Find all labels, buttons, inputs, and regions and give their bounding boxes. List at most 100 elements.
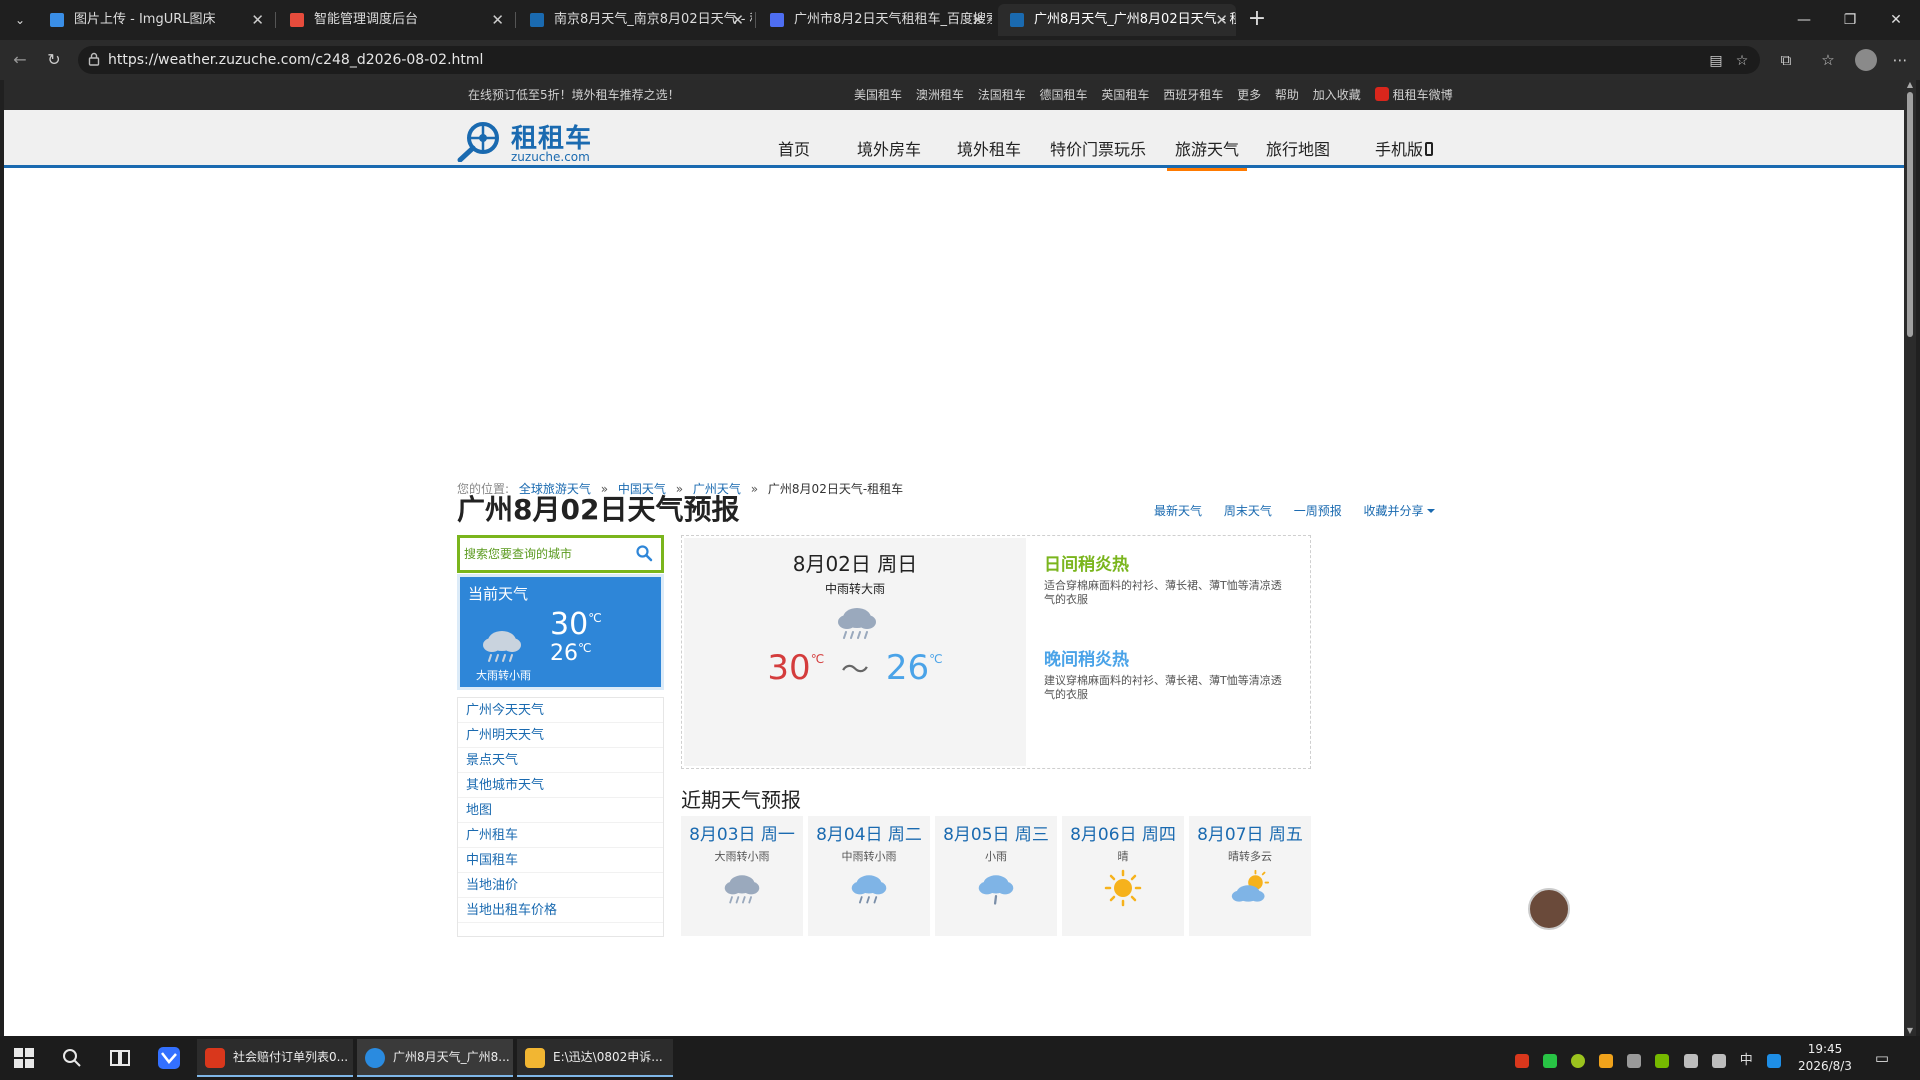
search-icon[interactable] — [60, 1046, 84, 1070]
side-menu-item[interactable]: 景点天气 — [458, 748, 663, 773]
wechat-icon[interactable] — [1543, 1053, 1558, 1068]
browser-tab[interactable]: 图片上传 - ImgURL图床 ✕ — [38, 4, 272, 36]
top-link[interactable]: 更多 — [1237, 88, 1261, 102]
taskbar-app-edge[interactable]: 广州8月天气_广州8... — [357, 1039, 513, 1077]
top-link[interactable]: 帮助 — [1275, 88, 1299, 102]
weibo-link[interactable]: 租租车微博 — [1393, 88, 1453, 102]
close-icon[interactable]: ✕ — [731, 4, 744, 36]
windows-start-icon[interactable] — [12, 1046, 36, 1070]
browser-tab[interactable]: 南京8月天气_南京8月02日天气 - 租 ✕ — [518, 4, 752, 36]
forecast-card[interactable]: 8月05日 周三 小雨 — [935, 816, 1057, 936]
window-close-icon[interactable]: ✕ — [1873, 0, 1919, 40]
nav-mobile-label: 手机版 — [1374, 140, 1423, 159]
week-forecast-link[interactable]: 一周预报 — [1294, 504, 1342, 518]
browser-tab-active[interactable]: 广州8月天气_广州8月02日天气 - 租 ✕ — [998, 4, 1236, 36]
wps-icon — [205, 1048, 225, 1068]
browser-tab[interactable]: 广州市8月2日天气租租车_百度搜索 ✕ — [758, 4, 992, 36]
search-icon[interactable] — [635, 544, 653, 562]
wps-tray-icon[interactable] — [1515, 1053, 1529, 1068]
app-tray-icon[interactable] — [1571, 1053, 1586, 1068]
volume-icon[interactable] — [1683, 1053, 1698, 1068]
promo-text[interactable]: 在线预订低至5折！境外租车推荐之选！ — [468, 80, 680, 110]
side-menu-item[interactable]: 中国租车 — [458, 848, 663, 873]
share-link[interactable]: 收藏并分享 — [1364, 504, 1435, 518]
taskbar-app-wps[interactable]: 社会赔付订单列表0... — [197, 1039, 353, 1077]
network-icon[interactable] — [1711, 1053, 1726, 1068]
tray-app-icon[interactable] — [1627, 1053, 1642, 1068]
nvidia-icon[interactable] — [1655, 1053, 1670, 1068]
nav-weather[interactable]: 旅游天气 — [1167, 110, 1247, 171]
site-logo[interactable]: 租租车 zuzuche.com — [457, 118, 607, 164]
scroll-down-icon[interactable]: ▼ — [1904, 1026, 1916, 1036]
nav-mobile[interactable]: 手机版 — [1349, 110, 1459, 168]
forecast-card[interactable]: 8月07日 周五 晴转多云 — [1189, 816, 1311, 936]
new-tab-plus-icon[interactable]: + — [1243, 6, 1271, 34]
nav-home[interactable]: 首页 — [749, 110, 839, 168]
breadcrumb-sep: » — [750, 482, 759, 496]
more-menu-icon[interactable]: ⋯ — [1888, 48, 1912, 72]
side-menu-item[interactable]: 其他城市天气 — [458, 773, 663, 798]
forecast-card[interactable]: 8月04日 周二 中雨转小雨 — [808, 816, 930, 936]
task-view-icon[interactable] — [108, 1046, 132, 1070]
side-menu-item[interactable]: 当地出租车价格 — [458, 898, 663, 923]
minimize-icon[interactable]: — — [1781, 0, 1827, 40]
top-link[interactable]: 加入收藏 — [1313, 88, 1361, 102]
security-shield-icon[interactable] — [1599, 1053, 1614, 1068]
scroll-thumb[interactable] — [1907, 92, 1913, 337]
forecast-card[interactable]: 8月03日 周一 大雨转小雨 — [681, 816, 803, 936]
close-icon[interactable]: ✕ — [971, 4, 984, 36]
folder-icon — [525, 1048, 545, 1068]
close-icon[interactable]: ✕ — [251, 4, 264, 36]
side-menu-item[interactable]: 地图 — [458, 798, 663, 823]
feishu-icon[interactable] — [157, 1046, 181, 1070]
nav-tickets[interactable]: 特价门票玩乐 — [1039, 110, 1157, 168]
url-field[interactable]: https://weather.zuzuche.com/c248_d2026-0… — [78, 46, 1760, 74]
city-search-input[interactable] — [464, 542, 624, 566]
nav-car-rental[interactable]: 境外租车 — [939, 110, 1039, 168]
page-title: 广州8月02日天气预报 — [457, 493, 740, 526]
top-link[interactable]: 澳洲租车 — [916, 88, 964, 102]
side-menu-item[interactable]: 广州明天天气 — [458, 723, 663, 748]
nav-map[interactable]: 旅行地图 — [1253, 110, 1343, 168]
forecast-card[interactable]: 8月06日 周四 晴 — [1062, 816, 1184, 936]
qq-icon[interactable] — [1766, 1053, 1781, 1068]
nav-rv[interactable]: 境外房车 — [839, 110, 939, 168]
taskbar-app-label: E:\迅达\0802申诉... — [553, 1050, 663, 1064]
tab-separator — [275, 12, 276, 28]
floating-chat-avatar[interactable] — [1528, 888, 1570, 930]
close-icon[interactable]: ✕ — [1215, 4, 1228, 36]
scroll-up-icon[interactable]: ▲ — [1904, 80, 1916, 90]
tab-list-chevron-icon[interactable]: ⌄ — [8, 8, 32, 32]
current-low-unit: ℃ — [578, 641, 592, 655]
top-link[interactable]: 西班牙租车 — [1163, 88, 1223, 102]
back-arrow-icon[interactable]: ← — [8, 48, 32, 72]
taskbar-clock[interactable]: 19:45 2026/8/3 — [1790, 1041, 1860, 1075]
extensions-puzzle-icon[interactable]: ⧉ — [1774, 48, 1798, 72]
browser-tab[interactable]: 智能管理调度后台 ✕ — [278, 4, 512, 36]
top-link[interactable]: 法国租车 — [978, 88, 1026, 102]
forecast-card-date: 8月03日 周一 — [689, 825, 795, 845]
favorites-icon[interactable]: ☆ — [1816, 48, 1840, 72]
ime-indicator[interactable]: 中 — [1740, 1053, 1753, 1068]
tab-separator — [515, 12, 516, 28]
close-icon[interactable]: ✕ — [491, 4, 504, 36]
restore-icon[interactable]: ❐ — [1827, 0, 1873, 40]
logo-wheel-icon — [457, 122, 499, 162]
side-menu-item[interactable]: 广州今天天气 — [458, 698, 663, 723]
top-link[interactable]: 美国租车 — [854, 88, 902, 102]
profile-avatar[interactable] — [1855, 49, 1877, 71]
notification-icon[interactable]: ▭ — [1872, 1048, 1892, 1068]
latest-weather-link[interactable]: 最新天气 — [1154, 504, 1202, 518]
top-link[interactable]: 德国租车 — [1040, 88, 1088, 102]
share-label: 收藏并分享 — [1363, 504, 1424, 518]
side-menu-item[interactable]: 当地油价 — [458, 873, 663, 898]
reader-mode-icon[interactable]: ▤ — [1706, 51, 1726, 71]
url-text[interactable]: https://weather.zuzuche.com/c248_d2026-0… — [108, 46, 483, 74]
side-menu-item[interactable]: 广州租车 — [458, 823, 663, 848]
weekend-weather-link[interactable]: 周末天气 — [1224, 504, 1272, 518]
top-link[interactable]: 英国租车 — [1101, 88, 1149, 102]
page-scrollbar[interactable]: ▲ ▼ — [1904, 80, 1916, 1036]
taskbar-app-explorer[interactable]: E:\迅达\0802申诉... — [517, 1039, 673, 1077]
reload-icon[interactable]: ↻ — [42, 48, 66, 72]
favorite-star-icon[interactable]: ☆ — [1732, 51, 1752, 71]
